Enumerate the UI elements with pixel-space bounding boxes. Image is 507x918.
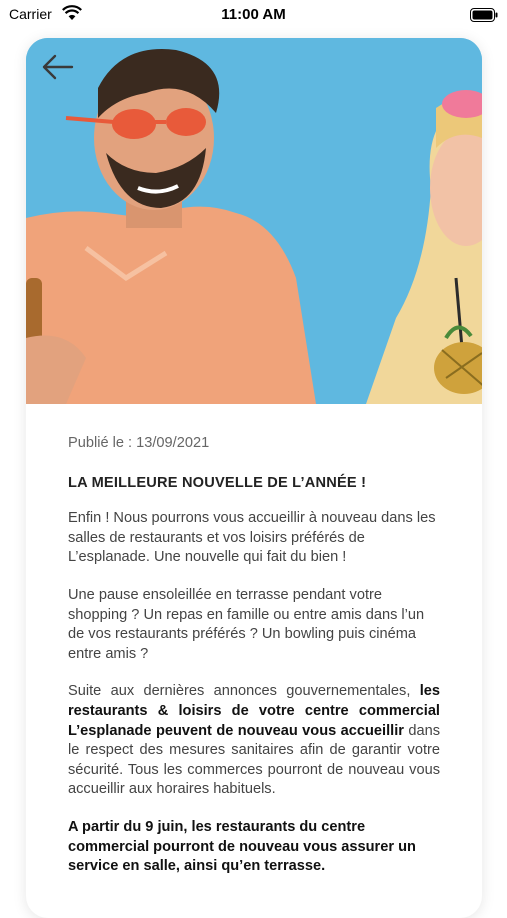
paragraph-4: A partir du 9 juin, les restaurants du c… xyxy=(68,818,416,875)
hero-image xyxy=(26,38,482,404)
status-bar: Carrier 11:00 AM xyxy=(0,0,507,28)
paragraph-2: Une pause ensoleillée en terrasse pendan… xyxy=(68,586,425,662)
battery-icon xyxy=(470,8,498,22)
article-content: Publié le : 13/09/2021 LA MEILLEURE NOUV… xyxy=(68,434,440,877)
article-card: Publié le : 13/09/2021 LA MEILLEURE NOUV… xyxy=(26,38,482,918)
paragraph-3: Suite aux dernières annonces gouvernemen… xyxy=(68,682,440,800)
status-time: 11:00 AM xyxy=(221,6,286,23)
published-date: Publié le : 13/09/2021 xyxy=(68,435,210,451)
paragraph-1: Enfin ! Nous pourrons vous accueillir à … xyxy=(68,510,436,566)
paragraph-3-start: Suite aux dernières annonces gouvernemen… xyxy=(68,683,420,700)
back-arrow-icon[interactable] xyxy=(40,52,76,82)
article-headline: LA MEILLEURE NOUVELLE DE L’ANNÉE ! xyxy=(68,474,367,491)
